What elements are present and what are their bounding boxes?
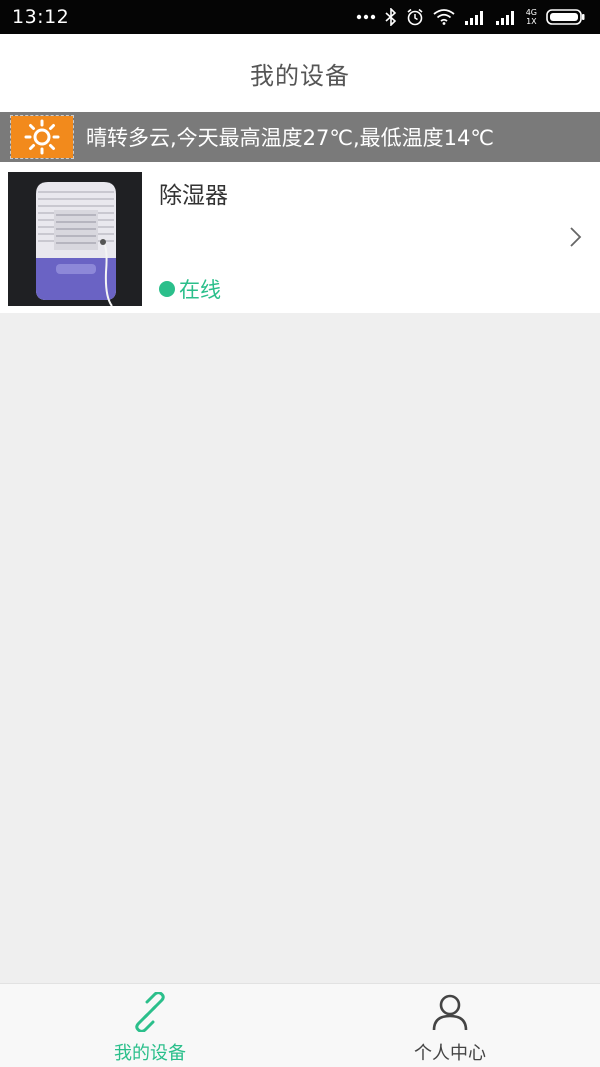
bottom-nav: 我的设备 个人中心: [0, 983, 600, 1067]
status-icons: 4G 1X: [356, 8, 586, 26]
chevron-right-icon: [568, 224, 584, 250]
sun-icon: [10, 115, 74, 159]
device-name: 除湿器: [159, 183, 228, 209]
signal-icon: [464, 9, 486, 25]
tab-my-devices[interactable]: 我的设备: [0, 984, 300, 1067]
bluetooth-icon: [385, 8, 397, 26]
weather-banner: 晴转多云,今天最高温度27℃,最低温度14℃: [0, 112, 600, 162]
network-type-top: 4G: [525, 8, 537, 17]
device-list-item[interactable]: 除湿器 在线: [0, 162, 600, 313]
link-icon: [129, 991, 171, 1033]
more-dots-icon: [356, 14, 376, 20]
app-header: 我的设备: [0, 34, 600, 112]
tab-profile[interactable]: 个人中心: [300, 984, 600, 1067]
tab-my-devices-label: 我的设备: [114, 1043, 186, 1064]
status-bar: 13:12 4G 1X: [0, 0, 600, 34]
battery-icon: [546, 9, 586, 25]
page-title: 我的设备: [250, 61, 350, 90]
user-icon: [429, 991, 471, 1033]
wifi-icon: [433, 9, 455, 25]
online-dot-icon: [159, 281, 175, 297]
status-time: 13:12: [12, 6, 70, 28]
device-status-label: 在线: [179, 278, 221, 302]
device-thumbnail: [8, 172, 142, 306]
network-type-label: 4G 1X: [526, 8, 537, 26]
device-list-screen: 13:12 4G 1X 我的设备 晴转多云,今天最高温度27℃,最低温度14℃ …: [0, 0, 600, 1067]
tab-profile-label: 个人中心: [414, 1043, 486, 1064]
network-type-bottom: 1X: [526, 17, 537, 26]
signal-secondary-icon: [495, 9, 517, 25]
alarm-icon: [406, 8, 424, 26]
device-status: 在线: [159, 274, 221, 304]
weather-forecast-text: 晴转多云,今天最高温度27℃,最低温度14℃: [86, 126, 494, 150]
